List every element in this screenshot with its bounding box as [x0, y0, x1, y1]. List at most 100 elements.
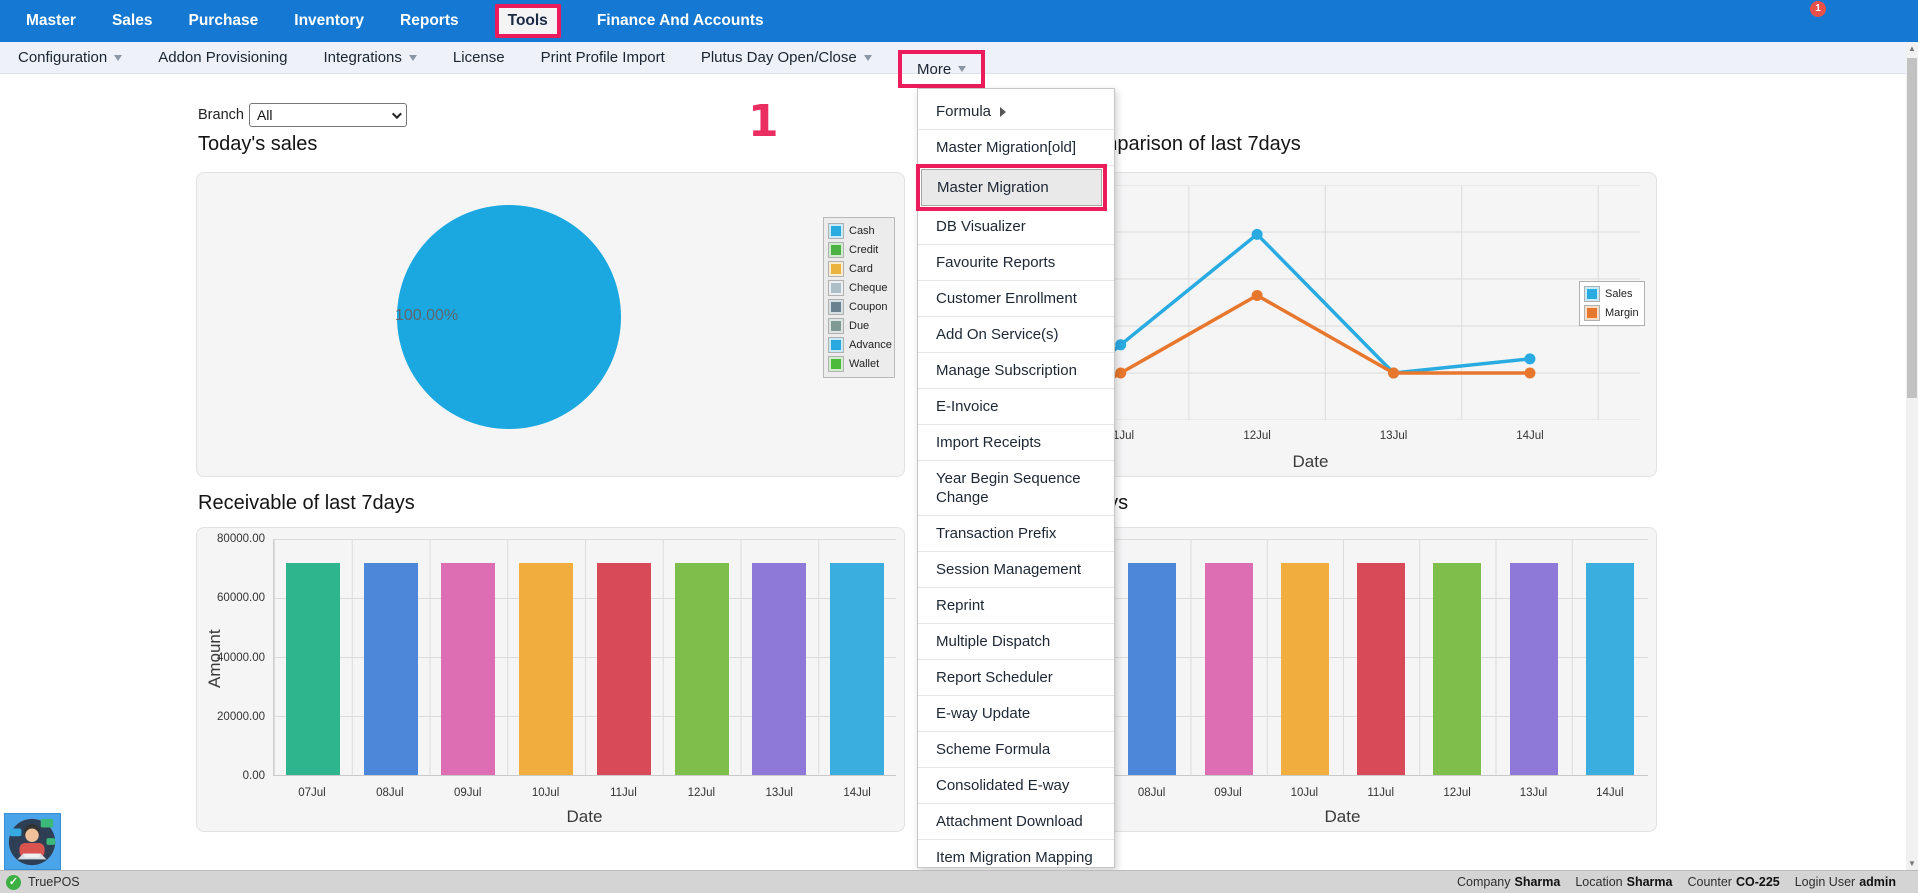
menu-item[interactable]: Favourite Reports — [918, 245, 1114, 281]
topnav-item[interactable]: Inventory — [294, 12, 364, 30]
legend-swatch — [829, 281, 843, 295]
menu-item[interactable]: E-Invoice — [918, 389, 1114, 425]
vertical-scrollbar[interactable]: ▲ ▼ — [1906, 42, 1918, 870]
bar-10Jul[interactable] — [1281, 563, 1329, 775]
y-tick-label: 60000.00 — [217, 592, 265, 604]
subnav-item[interactable]: Print Profile Import — [541, 49, 665, 66]
scroll-down-arrow-icon[interactable]: ▼ — [1906, 859, 1918, 868]
x-tick-label: 12Jul — [1243, 430, 1271, 442]
y-tick-label: 80000.00 — [217, 533, 265, 545]
bar-12Jul[interactable] — [1433, 563, 1481, 775]
menu-item[interactable]: Transaction Prefix — [918, 516, 1114, 552]
x-tick-label: 11Jul — [585, 787, 663, 803]
bar-13Jul[interactable] — [752, 563, 806, 775]
session-field-label: Counter — [1687, 875, 1731, 889]
bar-10Jul[interactable] — [519, 563, 573, 775]
menu-item[interactable]: Multiple Dispatch — [918, 624, 1114, 660]
session-field-label: Login User — [1795, 875, 1855, 889]
chevron-down-icon — [958, 66, 966, 72]
bar-12Jul[interactable] — [675, 563, 729, 775]
menu-item[interactable]: E-way Update — [918, 696, 1114, 732]
menu-item-label: Session Management — [936, 560, 1081, 579]
menu-item[interactable]: Scheme Formula — [918, 732, 1114, 768]
x-tick-label: 13Jul — [1380, 430, 1408, 442]
bar-09Jul[interactable] — [1205, 563, 1253, 775]
bar-plot-area[interactable] — [273, 539, 896, 776]
bar-plot-area[interactable] — [1037, 539, 1648, 776]
topnav-item[interactable]: Finance And Accounts — [597, 12, 764, 30]
x-tick-label: 13Jul — [1495, 787, 1571, 803]
chevron-down-icon — [864, 55, 872, 61]
branch-select[interactable]: All — [249, 103, 407, 127]
topnav-item-label: Reports — [400, 12, 459, 29]
menu-item[interactable]: Session Management — [918, 552, 1114, 588]
menu-item[interactable]: Reprint — [918, 588, 1114, 624]
scrollbar-thumb[interactable] — [1907, 58, 1917, 398]
menu-item[interactable]: Master Migration — [921, 169, 1102, 206]
x-tick-label: 14Jul — [818, 787, 896, 803]
subnav-item[interactable]: Addon Provisioning — [158, 49, 287, 66]
bar-14Jul[interactable] — [1586, 563, 1634, 775]
chevron-down-icon — [392, 109, 402, 119]
x-tick-label: 10Jul — [507, 787, 585, 803]
menu-item[interactable]: Master Migration[old] — [918, 130, 1114, 166]
menu-item[interactable]: Report Scheduler — [918, 660, 1114, 696]
bar-08Jul[interactable] — [1128, 563, 1176, 775]
topnav-item[interactable]: Sales — [112, 12, 153, 30]
session-field-label: Company — [1457, 875, 1511, 889]
menu-item[interactable]: Manage Subscription — [918, 353, 1114, 389]
chevron-down-icon — [114, 55, 122, 61]
bar-08Jul[interactable] — [364, 563, 418, 775]
menu-item[interactable]: Attachment Download — [918, 804, 1114, 840]
menu-item-label: Manage Subscription — [936, 361, 1077, 380]
bar-07Jul[interactable] — [286, 563, 340, 775]
legend-swatch — [829, 319, 843, 333]
subnav-item[interactable]: License — [453, 49, 505, 66]
x-tick-label: 07Jul — [273, 787, 351, 803]
bar-09Jul[interactable] — [441, 563, 495, 775]
legend-label: Cheque — [849, 282, 888, 294]
menu-item-label: E-way Update — [936, 704, 1030, 723]
menu-item[interactable]: Add On Service(s) — [918, 317, 1114, 353]
topnav-item-label: Tools — [508, 12, 548, 29]
x-tick-label: 09Jul — [429, 787, 507, 803]
mascot-illustration — [5, 814, 60, 869]
menu-item[interactable]: Consolidated E-way — [918, 768, 1114, 804]
legend-item: Cash — [829, 224, 889, 238]
x-tick-label: 08Jul — [351, 787, 429, 803]
legend-label: Wallet — [849, 358, 879, 370]
subnav-item[interactable]: Configuration — [18, 49, 122, 66]
legend-item: Advance — [829, 338, 889, 352]
topnav-item[interactable]: Master — [26, 12, 76, 30]
subnav-item[interactable]: Plutus Day Open/Close — [701, 49, 872, 66]
subnav-item[interactable]: Integrations — [324, 49, 417, 66]
menu-item-label: Year Begin Sequence Change — [936, 469, 1106, 507]
legend-swatch — [829, 357, 843, 371]
menu-item[interactable]: Year Begin Sequence Change — [918, 461, 1114, 516]
bar-11Jul[interactable] — [1357, 563, 1405, 775]
menu-item[interactable]: Customer Enrollment — [918, 281, 1114, 317]
x-tick-label: 09Jul — [1190, 787, 1266, 803]
topnav-item[interactable]: Reports — [400, 12, 459, 30]
bar-11Jul[interactable] — [597, 563, 651, 775]
session-field: LocationSharma — [1575, 875, 1672, 889]
menu-item[interactable]: Import Receipts — [918, 425, 1114, 461]
legend-swatch — [829, 300, 843, 314]
legend-swatch — [829, 338, 843, 352]
notification-badge: 1 — [1810, 1, 1826, 17]
today-sales-title: Today's sales — [198, 133, 317, 156]
subnav-item[interactable]: More — [898, 50, 985, 88]
bar-13Jul[interactable] — [1510, 563, 1558, 775]
x-axis-title: Date — [273, 807, 896, 827]
menu-item[interactable]: Formula — [918, 94, 1114, 130]
scroll-up-arrow-icon[interactable]: ▲ — [1906, 44, 1918, 53]
session-field-value: Sharma — [1514, 875, 1560, 889]
x-axis-labels: 07Jul08Jul09Jul10Jul11Jul12Jul13Jul14Jul — [1037, 787, 1648, 803]
menu-item[interactable]: DB Visualizer — [918, 209, 1114, 245]
topnav-item[interactable]: Purchase — [188, 12, 258, 30]
topnav-item[interactable]: Tools — [495, 4, 561, 38]
bar-14Jul[interactable] — [830, 563, 884, 775]
x-tick-label: 08Jul — [1113, 787, 1189, 803]
menu-item-label: Item Migration Mapping — [936, 848, 1093, 867]
x-axis-labels: 07Jul08Jul09Jul10Jul11Jul12Jul13Jul14Jul — [273, 787, 896, 803]
